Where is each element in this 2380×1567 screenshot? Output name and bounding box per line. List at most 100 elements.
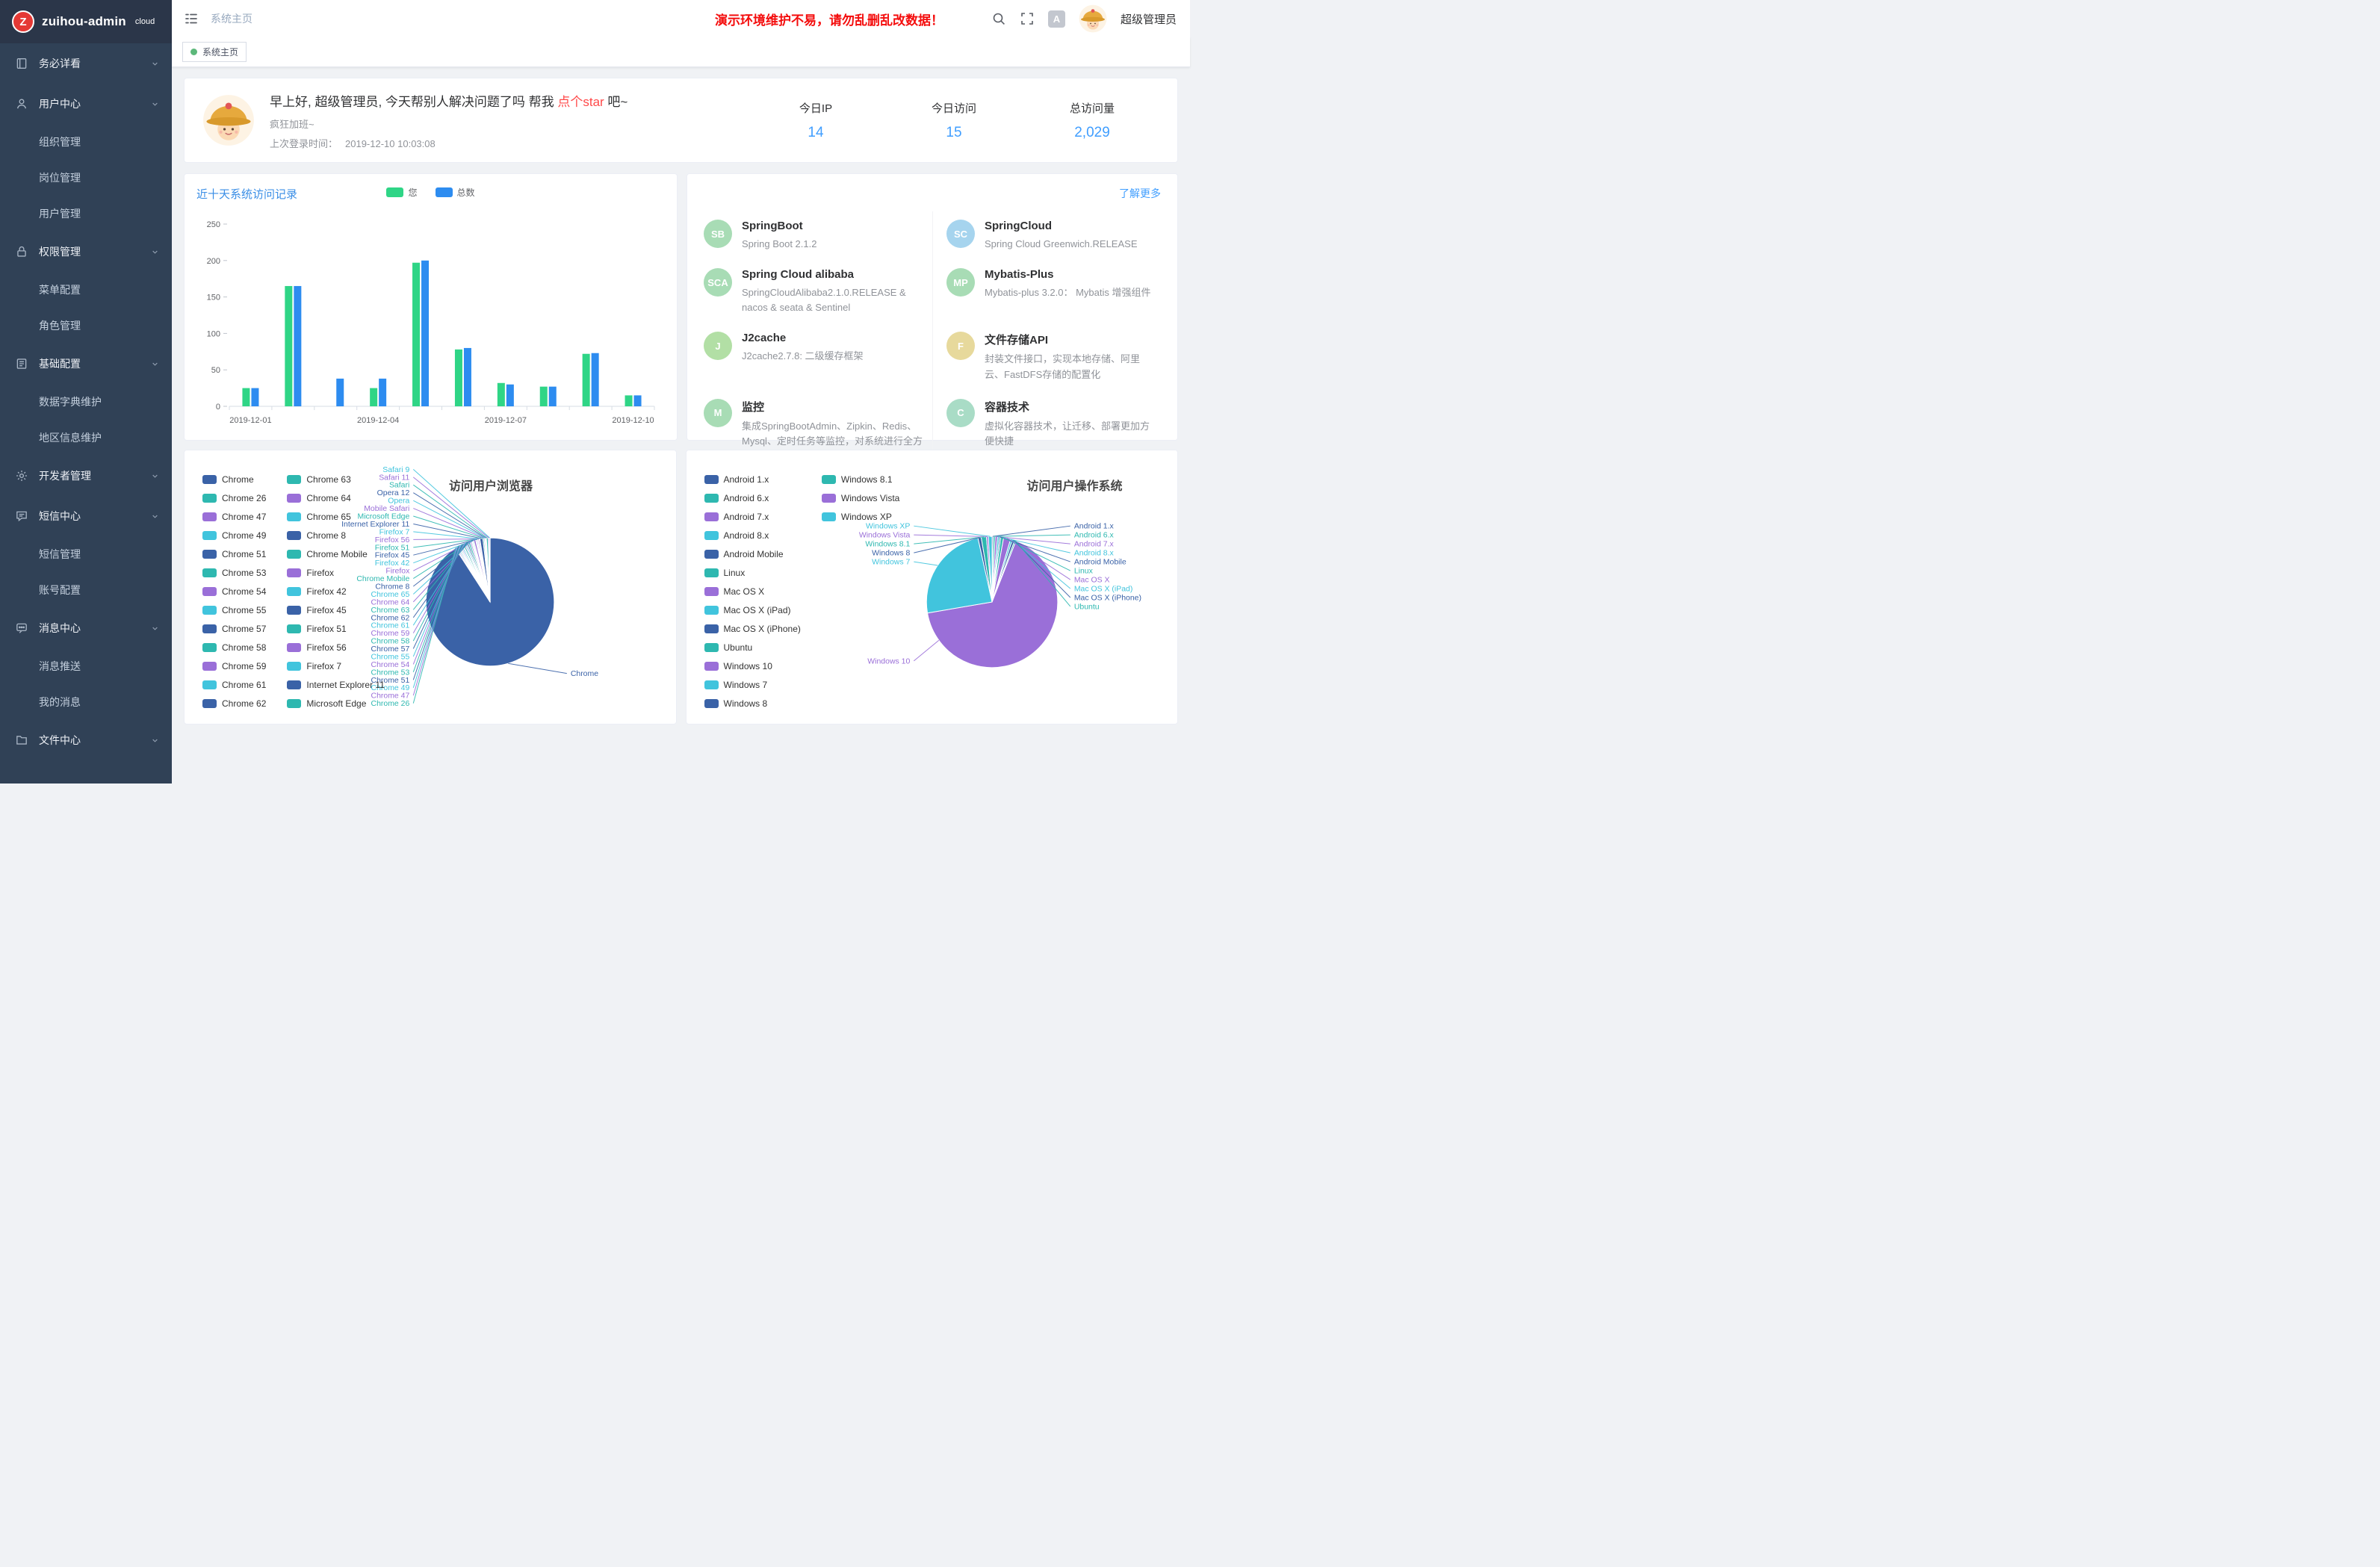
search-icon[interactable] — [991, 11, 1006, 26]
legend-item-firefox-42[interactable]: Firefox 42 — [287, 586, 385, 597]
legend-item-chrome-63[interactable]: Chrome 63 — [287, 474, 385, 485]
legend-item-you[interactable]: 您 — [386, 186, 417, 199]
legend-item-android-1-x[interactable]: Android 1.x — [704, 474, 801, 485]
legend-item-android-7-x[interactable]: Android 7.x — [704, 512, 801, 522]
sidebar-item-file-center[interactable]: 文件中心 — [0, 720, 172, 760]
legend-item-linux[interactable]: Linux — [704, 568, 801, 578]
bar-series0-2019-12-09[interactable] — [583, 354, 590, 406]
legend-item-chrome-49[interactable]: Chrome 49 — [202, 530, 266, 541]
username[interactable]: 超级管理员 — [1121, 11, 1177, 27]
legend-item-mac-os-x-iphone[interactable]: Mac OS X (iPhone) — [704, 624, 801, 634]
sidebar-item-message-push[interactable]: 消息推送 — [0, 648, 172, 684]
legend-item-firefox-51[interactable]: Firefox 51 — [287, 624, 385, 634]
bar-series0-2019-12-06[interactable] — [455, 350, 462, 406]
star-link[interactable]: 点个star — [557, 95, 604, 109]
legend-item-android-8-x[interactable]: Android 8.x — [704, 530, 801, 541]
legend-item-chrome-59[interactable]: Chrome 59 — [202, 661, 266, 671]
legend-item-chrome-54[interactable]: Chrome 54 — [202, 586, 266, 597]
comment-icon — [15, 621, 28, 635]
legend-item-chrome-51[interactable]: Chrome 51 — [202, 549, 266, 559]
bar-series0-2019-12-05[interactable] — [412, 263, 420, 406]
app-logo[interactable]: Z zuihou-admin cloud — [0, 0, 172, 43]
pie-label-android-7-x: Android 7.x — [1073, 541, 1114, 549]
legend-item-windows-7[interactable]: Windows 7 — [704, 680, 801, 690]
legend-item-firefox-45[interactable]: Firefox 45 — [287, 605, 385, 615]
legend-item-internet-explorer-11[interactable]: Internet Explorer 11 — [287, 680, 385, 690]
legend-item-windows-xp[interactable]: Windows XP — [822, 512, 899, 522]
sidebar-item-post-management[interactable]: 岗位管理 — [0, 160, 172, 196]
legend-item-chrome-53[interactable]: Chrome 53 — [202, 568, 266, 578]
bar-series0-2019-12-07[interactable] — [498, 383, 505, 406]
bar-series0-2019-12-02[interactable] — [285, 286, 292, 406]
sidebar-item-org-management[interactable]: 组织管理 — [0, 124, 172, 160]
y-tick-label: 250 — [207, 220, 220, 229]
pie-label-line — [413, 485, 487, 538]
sidebar-item-menu-config[interactable]: 菜单配置 — [0, 272, 172, 308]
sidebar-item-account-config[interactable]: 账号配置 — [0, 572, 172, 608]
bar-series1-2019-12-10[interactable] — [634, 395, 642, 406]
legend-item-windows-vista[interactable]: Windows Vista — [822, 493, 899, 503]
fullscreen-icon[interactable] — [1020, 11, 1035, 26]
font-size-icon[interactable]: A — [1048, 10, 1065, 28]
legend-label: Chrome 54 — [222, 586, 266, 597]
legend-item-windows-10[interactable]: Windows 10 — [704, 661, 801, 671]
sidebar-item-data-dictionary[interactable]: 数据字典维护 — [0, 384, 172, 420]
legend-item-chrome-64[interactable]: Chrome 64 — [287, 493, 385, 503]
bar-series1-2019-12-05[interactable] — [421, 261, 429, 406]
legend-item-mac-os-x-ipad[interactable]: Mac OS X (iPad) — [704, 605, 801, 615]
legend-item-android-mobile[interactable]: Android Mobile — [704, 549, 801, 559]
legend-item-chrome[interactable]: Chrome — [202, 474, 266, 485]
sidebar-item-sms-management[interactable]: 短信管理 — [0, 536, 172, 572]
bar-series1-2019-12-03[interactable] — [336, 379, 344, 406]
legend-item-firefox-56[interactable]: Firefox 56 — [287, 642, 385, 653]
sidebar-item-message-center[interactable]: 消息中心 — [0, 608, 172, 648]
legend-item-chrome-65[interactable]: Chrome 65 — [287, 512, 385, 522]
legend-item-chrome-mobile[interactable]: Chrome Mobile — [287, 549, 385, 559]
bar-series1-2019-12-09[interactable] — [592, 353, 599, 406]
sidebar-toggle-icon[interactable] — [184, 11, 199, 26]
bar-series0-2019-12-01[interactable] — [242, 388, 250, 406]
sidebar-item-my-messages[interactable]: 我的消息 — [0, 684, 172, 720]
legend-item-windows-8[interactable]: Windows 8 — [704, 698, 801, 709]
sidebar-item-must-read[interactable]: 务必详看 — [0, 43, 172, 84]
legend-item-windows-8-1[interactable]: Windows 8.1 — [822, 474, 899, 485]
legend-item-chrome-61[interactable]: Chrome 61 — [202, 680, 266, 690]
tab-system-home[interactable]: 系统主页 — [182, 42, 247, 62]
sidebar-item-region-info[interactable]: 地区信息维护 — [0, 420, 172, 456]
sidebar-item-developer-management[interactable]: 开发者管理 — [0, 456, 172, 496]
legend-item-total[interactable]: 总数 — [436, 186, 475, 199]
sidebar-item-permission-management[interactable]: 权限管理 — [0, 232, 172, 272]
legend-item-chrome-55[interactable]: Chrome 55 — [202, 605, 266, 615]
bar-series0-2019-12-04[interactable] — [370, 388, 377, 406]
sidebar-item-basic-config[interactable]: 基础配置 — [0, 344, 172, 384]
legend-item-chrome-62[interactable]: Chrome 62 — [202, 698, 266, 709]
legend-item-microsoft-edge[interactable]: Microsoft Edge — [287, 698, 385, 709]
tech-desc: SpringCloudAlibaba2.1.0.RELEASE & nacos … — [742, 285, 925, 315]
legend-item-firefox-7[interactable]: Firefox 7 — [287, 661, 385, 671]
bar-series1-2019-12-01[interactable] — [251, 388, 258, 406]
bar-series1-2019-12-06[interactable] — [464, 348, 471, 406]
pie-label-android-1-x: Android 1.x — [1073, 523, 1114, 531]
bar-series1-2019-12-08[interactable] — [549, 387, 557, 406]
bar-series0-2019-12-08[interactable] — [540, 387, 548, 406]
legend-item-chrome-26[interactable]: Chrome 26 — [202, 493, 266, 503]
sidebar-item-role-management[interactable]: 角色管理 — [0, 308, 172, 344]
bar-series1-2019-12-07[interactable] — [506, 385, 514, 406]
legend-item-chrome-47[interactable]: Chrome 47 — [202, 512, 266, 522]
legend-item-chrome-8[interactable]: Chrome 8 — [287, 530, 385, 541]
legend-item-chrome-57[interactable]: Chrome 57 — [202, 624, 266, 634]
legend-item-ubuntu[interactable]: Ubuntu — [704, 642, 801, 653]
sidebar-item-user-center[interactable]: 用户中心 — [0, 84, 172, 124]
learn-more-link[interactable]: 了解更多 — [1119, 186, 1161, 201]
legend-item-firefox[interactable]: Firefox — [287, 568, 385, 578]
legend-item-android-6-x[interactable]: Android 6.x — [704, 493, 801, 503]
sidebar-item-sms-center[interactable]: 短信中心 — [0, 496, 172, 536]
legend-item-chrome-58[interactable]: Chrome 58 — [202, 642, 266, 653]
user-avatar[interactable] — [1079, 4, 1107, 33]
legend-item-mac-os-x[interactable]: Mac OS X — [704, 586, 801, 597]
bar-series1-2019-12-04[interactable] — [379, 379, 386, 406]
bar-series1-2019-12-02[interactable] — [294, 286, 301, 406]
x-tick-label: 2019-12-10 — [612, 416, 654, 425]
sidebar-item-user-management[interactable]: 用户管理 — [0, 196, 172, 232]
bar-series0-2019-12-10[interactable] — [625, 395, 633, 406]
